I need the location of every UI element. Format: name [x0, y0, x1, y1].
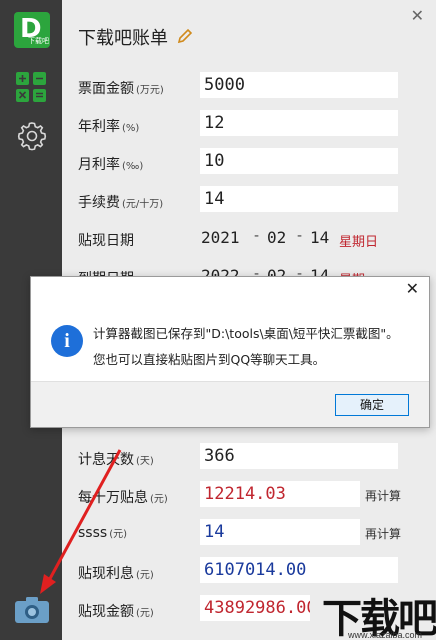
- info-icon: i: [51, 325, 83, 357]
- fee-row: 手续费 (元/十万) 14: [78, 186, 418, 212]
- page-title[interactable]: 下载吧账单: [78, 24, 168, 50]
- dialog-close-icon[interactable]: ✕: [406, 279, 419, 298]
- dialog-message: 计算器截图已保存到"D:\tools\桌面\短平快汇票截图"。 您也可以直接粘贴…: [93, 321, 399, 373]
- logo-tag: 下载吧: [28, 38, 49, 45]
- interest-days-value[interactable]: 366: [200, 443, 398, 469]
- app-logo: D 下载吧: [14, 12, 50, 48]
- dialog-footer: 确定: [31, 381, 429, 427]
- date-separator: -: [297, 228, 303, 244]
- monthly-rate-row: 月利率 (‰) 10: [78, 148, 418, 174]
- per-100k-value: 12214.03: [200, 481, 360, 507]
- discount-year[interactable]: 2021: [201, 228, 240, 247]
- date-separator: -: [254, 228, 260, 244]
- ssss-value: 14: [200, 519, 360, 545]
- red-arrow-annotation: [40, 449, 122, 594]
- monthly-rate-label: 月利率 (‰): [78, 157, 144, 173]
- watermark-url: www.xiazaiba.com: [348, 630, 423, 640]
- watermark: 下载吧 www.xiazaiba.com: [320, 590, 436, 640]
- annual-rate-label: 年利率 (%): [78, 119, 140, 135]
- discount-interest-row: 贴现利息 (元) 6107014.00: [78, 557, 418, 583]
- interest-days-row: 计息天数 (天) 366: [78, 443, 418, 469]
- face-amount-row: 票面金额 (万元) 5000: [78, 72, 418, 98]
- face-amount-label: 票面金额 (万元): [78, 81, 164, 97]
- annual-rate-input[interactable]: 12: [200, 110, 398, 136]
- camera-icon[interactable]: [14, 596, 50, 624]
- discount-interest-value: 6107014.00: [200, 557, 398, 583]
- discount-weekday: 星期日: [339, 235, 379, 250]
- calculator-icon[interactable]: [16, 72, 46, 102]
- gear-icon[interactable]: [16, 120, 48, 152]
- message-dialog: ✕ i 计算器截图已保存到"D:\tools\桌面\短平快汇票截图"。 您也可以…: [30, 276, 430, 428]
- recalculate-button[interactable]: 再计算: [363, 525, 402, 542]
- fee-label: 手续费 (元/十万): [78, 195, 164, 211]
- discount-amount-value: 43892986.00: [200, 595, 310, 621]
- ssss-row: ssss (元) 14 再计算: [78, 519, 418, 545]
- discount-date-row: 贴现日期 2021 - 02 - 14 星期日: [78, 224, 418, 250]
- pencil-icon[interactable]: [177, 28, 193, 44]
- discount-day[interactable]: 14: [310, 228, 329, 247]
- per-100k-row: 每十万贴息 (元) 12214.03 再计算: [78, 481, 418, 507]
- annual-rate-row: 年利率 (%) 12: [78, 110, 418, 136]
- monthly-rate-input[interactable]: 10: [200, 148, 398, 174]
- ok-button[interactable]: 确定: [335, 394, 409, 416]
- fee-input[interactable]: 14: [200, 186, 398, 212]
- discount-month[interactable]: 02: [267, 228, 286, 247]
- discount-date-label: 贴现日期: [78, 233, 134, 249]
- recalculate-button[interactable]: 再计算: [363, 487, 402, 504]
- discount-amount-label: 贴现金额 (元): [78, 604, 154, 620]
- face-amount-input[interactable]: 5000: [200, 72, 398, 98]
- dialog-line-1: 计算器截图已保存到"D:\tools\桌面\短平快汇票截图"。: [93, 326, 399, 341]
- dialog-line-2: 您也可以直接粘贴图片到QQ等聊天工具。: [93, 352, 326, 367]
- close-icon[interactable]: ✕: [411, 6, 424, 25]
